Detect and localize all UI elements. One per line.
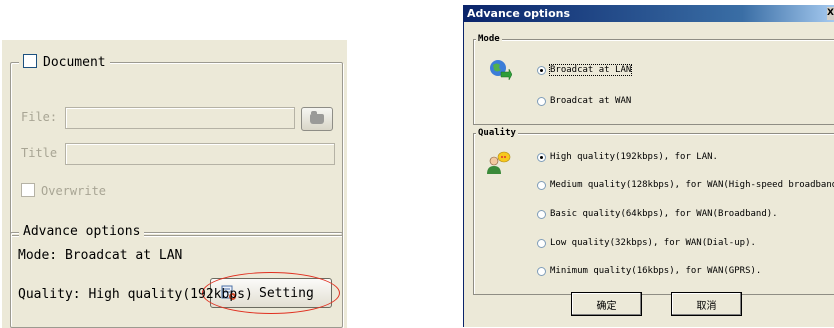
- quality-option-minimum[interactable]: Minimum quality(16kbps), for WAN(GPRS).: [537, 266, 761, 276]
- quality-summary: Quality: High quality(192kbps): [18, 287, 253, 302]
- file-label: File:: [21, 110, 58, 124]
- title-label: Title: [21, 146, 58, 160]
- file-input[interactable]: [65, 107, 295, 129]
- advance-options-dialog: Advance options X Mode Broadcat at LAN B…: [463, 5, 834, 327]
- quality-radio-medium[interactable]: [537, 180, 546, 190]
- advance-options-title: Advance options: [19, 224, 145, 240]
- settings-panel: Document File: Title Overwrite Advance o…: [2, 40, 347, 328]
- dialog-title: Advance options: [467, 7, 571, 20]
- ok-button[interactable]: 确定: [571, 292, 642, 316]
- folder-icon: [310, 111, 324, 124]
- mode-group-title: Mode: [476, 33, 502, 45]
- document-group-title[interactable]: Document: [19, 54, 110, 71]
- overwrite-option[interactable]: Overwrite: [21, 180, 106, 199]
- title-input[interactable]: [65, 143, 335, 165]
- document-group: Document File: Title Overwrite: [10, 54, 343, 236]
- quality-label-basic: Basic quality(64kbps), for WAN(Broadband…: [550, 209, 778, 219]
- overwrite-label: Overwrite: [41, 184, 107, 198]
- quality-radio-basic[interactable]: [537, 209, 546, 219]
- users-chat-icon: [487, 151, 511, 174]
- document-checkbox[interactable]: [23, 54, 37, 68]
- mode-option-wan[interactable]: Broadcat at WAN: [537, 96, 631, 106]
- mode-group: Mode Broadcat at LAN Broadcat at WAN: [473, 33, 834, 125]
- mode-summary: Mode: Broadcat at LAN: [18, 248, 183, 263]
- mode-option-lan[interactable]: Broadcat at LAN: [537, 64, 633, 76]
- close-button[interactable]: X: [827, 7, 834, 20]
- quality-option-basic[interactable]: Basic quality(64kbps), for WAN(Broadband…: [537, 209, 778, 219]
- quality-label-medium: Medium quality(128kbps), for WAN(High-sp…: [550, 180, 834, 190]
- quality-radio-minimum[interactable]: [537, 266, 546, 276]
- document-label: Document: [43, 55, 106, 70]
- quality-group: Quality High quality(192kbps), for LAN. …: [473, 127, 834, 295]
- dialog-title-bar[interactable]: Advance options X: [464, 5, 834, 22]
- overwrite-checkbox[interactable]: [21, 183, 35, 197]
- cancel-button[interactable]: 取消: [671, 292, 742, 316]
- quality-label-high: High quality(192kbps), for LAN.: [550, 152, 718, 162]
- quality-radio-high[interactable]: [537, 152, 546, 162]
- mode-radio-lan[interactable]: [537, 65, 546, 75]
- quality-option-medium[interactable]: Medium quality(128kbps), for WAN(High-sp…: [537, 180, 834, 190]
- quality-option-low[interactable]: Low quality(32kbps), for WAN(Dial-up).: [537, 238, 756, 248]
- quality-label-low: Low quality(32kbps), for WAN(Dial-up).: [550, 238, 756, 248]
- globe-arrow-icon: [490, 60, 512, 81]
- quality-label-minimum: Minimum quality(16kbps), for WAN(GPRS).: [550, 266, 762, 276]
- browse-button[interactable]: [301, 107, 333, 131]
- quality-option-high[interactable]: High quality(192kbps), for LAN.: [537, 152, 718, 162]
- quality-group-title: Quality: [476, 127, 518, 139]
- mode-label-lan: Broadcat at LAN: [548, 64, 633, 76]
- mode-label-wan: Broadcat at WAN: [550, 96, 632, 106]
- quality-radio-low[interactable]: [537, 238, 546, 248]
- mode-radio-wan[interactable]: [537, 96, 546, 106]
